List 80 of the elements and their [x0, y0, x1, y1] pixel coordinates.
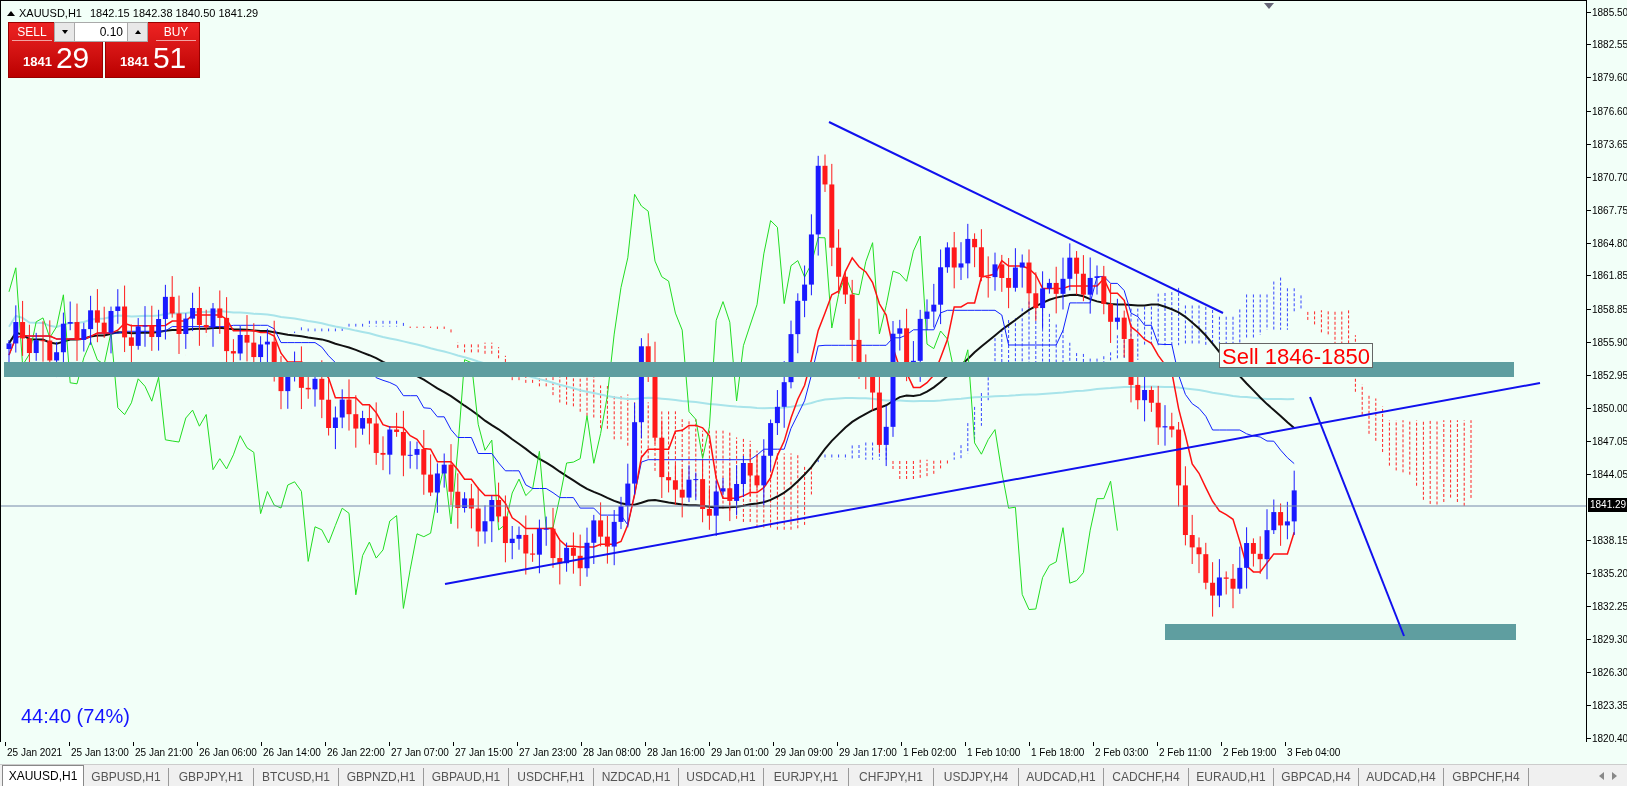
- chart-tab[interactable]: NZDCAD,H1: [594, 768, 679, 786]
- price-axis-label: 1820.40: [1592, 732, 1627, 746]
- chart-tab[interactable]: GBPAUD,H1: [424, 768, 509, 786]
- time-axis-label: 2 Feb 19:00: [1223, 746, 1277, 760]
- time-axis-label: 27 Jan 15:00: [455, 746, 513, 760]
- time-axis-label: 29 Jan 09:00: [775, 746, 833, 760]
- price-axis-label: 1829.30: [1592, 632, 1627, 647]
- chart-tab[interactable]: CHFJPY,H1: [849, 768, 934, 786]
- chart-tab[interactable]: EURJPY,H1: [764, 768, 849, 786]
- time-axis-label: 1 Feb 18:00: [1031, 746, 1085, 760]
- time-axis-label: 29 Jan 01:00: [711, 746, 769, 760]
- trend-line[interactable]: [1309, 396, 1405, 637]
- time-axis-label: 26 Jan 22:00: [327, 746, 385, 760]
- price-axis-label: 1885.50: [1592, 5, 1627, 20]
- scroll-right-icon[interactable]: [1612, 772, 1617, 780]
- chart-tab[interactable]: USDCAD,H1: [679, 768, 764, 786]
- chart-tab[interactable]: AUDCAD,H4: [1359, 768, 1444, 786]
- time-axis-label: 25 Jan 2021: [7, 746, 63, 760]
- sell-button[interactable]: SELL: [12, 23, 52, 41]
- time-axis-label: 28 Jan 16:00: [647, 746, 705, 760]
- time-axis-label: 25 Jan 13:00: [71, 746, 129, 760]
- time-axis-label: 26 Jan 06:00: [199, 746, 257, 760]
- bid-price-pips: 29: [55, 41, 90, 75]
- time-axis-label: 2 Feb 11:00: [1159, 746, 1212, 760]
- price-axis-label: 1855.90: [1592, 335, 1627, 350]
- collapse-triangle-icon[interactable]: [7, 10, 15, 17]
- chart-tab[interactable]: GBPCAD,H4: [1274, 768, 1359, 786]
- price-axis-label: 1873.65: [1592, 137, 1627, 152]
- annotation-label: Sell 1846-1850: [1219, 343, 1373, 368]
- chart-tab[interactable]: BTCUSD,H1: [254, 768, 339, 786]
- chart-tab[interactable]: GBPUSD,H1: [84, 768, 169, 786]
- price-axis-label: 1850.00: [1592, 401, 1627, 416]
- chart-tab[interactable]: CADCHF,H4: [1104, 768, 1189, 786]
- price-zone[interactable]: [4, 362, 1514, 377]
- buy-button[interactable]: BUY: [156, 23, 196, 41]
- shift-marker-icon[interactable]: [1264, 3, 1274, 9]
- price-axis-label: 1823.35: [1592, 699, 1627, 714]
- trend-line[interactable]: [444, 382, 1541, 585]
- time-axis-label: 27 Jan 23:00: [519, 746, 577, 760]
- time-axis-label: 1 Feb 02:00: [903, 746, 957, 760]
- chart-tab[interactable]: GBPJPY,H1: [169, 768, 254, 786]
- time-axis-label: 28 Jan 08:00: [583, 746, 641, 760]
- time-axis-label: 25 Jan 21:00: [135, 746, 193, 760]
- time-axis-label: 3 Feb 04:00: [1287, 746, 1341, 760]
- time-axis-label: 1 Feb 10:00: [967, 746, 1021, 760]
- time-axis-label: 27 Jan 07:00: [391, 746, 449, 760]
- price-axis-label: 1852.95: [1592, 368, 1627, 383]
- price-axis-label: 1864.80: [1592, 236, 1627, 251]
- price-axis-label: 1867.75: [1592, 203, 1627, 218]
- trend-line[interactable]: [828, 121, 1224, 314]
- time-axis-label: 29 Jan 17:00: [839, 746, 897, 760]
- price-axis-label: 1858.85: [1592, 302, 1627, 317]
- price-axis-label: 1870.70: [1592, 170, 1627, 185]
- symbol-label: XAUUSD,H1: [19, 6, 82, 21]
- price-axis-label: 1835.20: [1592, 566, 1627, 581]
- chart-tab[interactable]: EURAUD,H1: [1189, 768, 1274, 786]
- chart-tab[interactable]: GBPNZD,H1: [339, 768, 424, 786]
- time-axis-label: 26 Jan 14:00: [263, 746, 321, 760]
- chart-tab[interactable]: XAUUSD,H1: [2, 765, 84, 786]
- price-axis-label: 1876.60: [1592, 104, 1627, 119]
- time-axis-label: 2 Feb 03:00: [1095, 746, 1149, 760]
- candle-countdown: 44:40 (74%): [21, 704, 130, 729]
- ask-price-main: 1841: [120, 52, 149, 71]
- chart-tab[interactable]: USDCHF,H1: [509, 768, 594, 786]
- price-axis-label: 1847.05: [1592, 434, 1627, 449]
- scroll-left-icon[interactable]: [1599, 772, 1604, 780]
- price-axis-label: 1826.30: [1592, 666, 1627, 681]
- price-axis-label: 1861.85: [1592, 269, 1627, 284]
- ask-price-pips: 51: [152, 41, 187, 75]
- chart-tab[interactable]: USDJPY,H4: [934, 768, 1019, 786]
- bid-price-main: 1841: [23, 52, 52, 71]
- chart-tab[interactable]: AUDCAD,H1: [1019, 768, 1104, 786]
- price-axis-label: 1879.60: [1592, 71, 1627, 86]
- price-axis-label: 1832.25: [1592, 599, 1627, 614]
- current-price-label: 1841.29: [1588, 498, 1627, 512]
- price-axis-label: 1838.15: [1592, 533, 1627, 548]
- price-axis-label: 1882.55: [1592, 38, 1627, 53]
- price-axis-label: 1844.05: [1592, 468, 1627, 483]
- ohlc-values: 1842.15 1842.38 1840.50 1841.29: [89, 6, 259, 21]
- chart-tab[interactable]: GBPCHF,H4: [1444, 768, 1529, 786]
